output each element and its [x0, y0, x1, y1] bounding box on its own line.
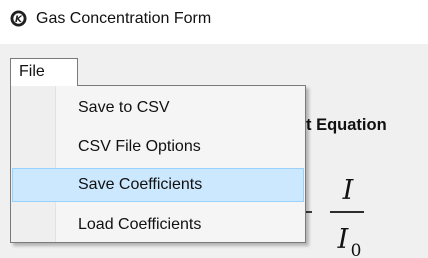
menu-item-label: Load Coefficients: [78, 216, 202, 233]
menu-item-label: Save to CSV: [78, 99, 170, 116]
equation-denominator-subscript: 0: [351, 241, 362, 258]
equation-numerator: I: [342, 175, 355, 206]
window-title: Gas Concentration Form: [36, 10, 212, 27]
absorbance-equation: I I 0: [306, 175, 364, 258]
menu-item-save-coefficients[interactable]: Save Coefficients: [12, 168, 304, 202]
menu-item-csv-file-options[interactable]: CSV File Options: [12, 130, 304, 164]
file-menu[interactable]: File: [10, 58, 78, 86]
file-menu-label: File: [19, 63, 45, 80]
menu-item-load-coefficients[interactable]: Load Coefficients: [12, 208, 304, 242]
title-bar: K Gas Concentration Form: [0, 0, 428, 44]
equation-denominator: I: [337, 224, 350, 255]
menu-item-save-to-csv[interactable]: Save to CSV: [12, 91, 304, 125]
equation-section-heading: t Equation: [306, 116, 387, 134]
menu-item-label: CSV File Options: [78, 138, 201, 155]
menu-item-label: Save Coefficients: [78, 176, 203, 193]
app-logo-icon: K: [10, 10, 27, 27]
svg-text:K: K: [15, 15, 23, 25]
